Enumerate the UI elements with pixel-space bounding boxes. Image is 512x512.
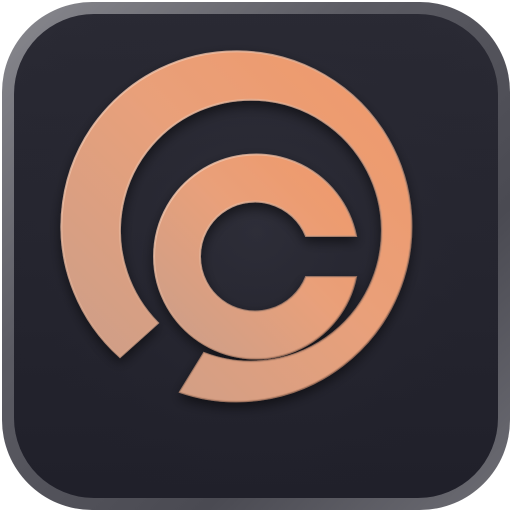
app-icon-canvas [0, 0, 512, 512]
app-icon[interactable] [0, 0, 512, 512]
